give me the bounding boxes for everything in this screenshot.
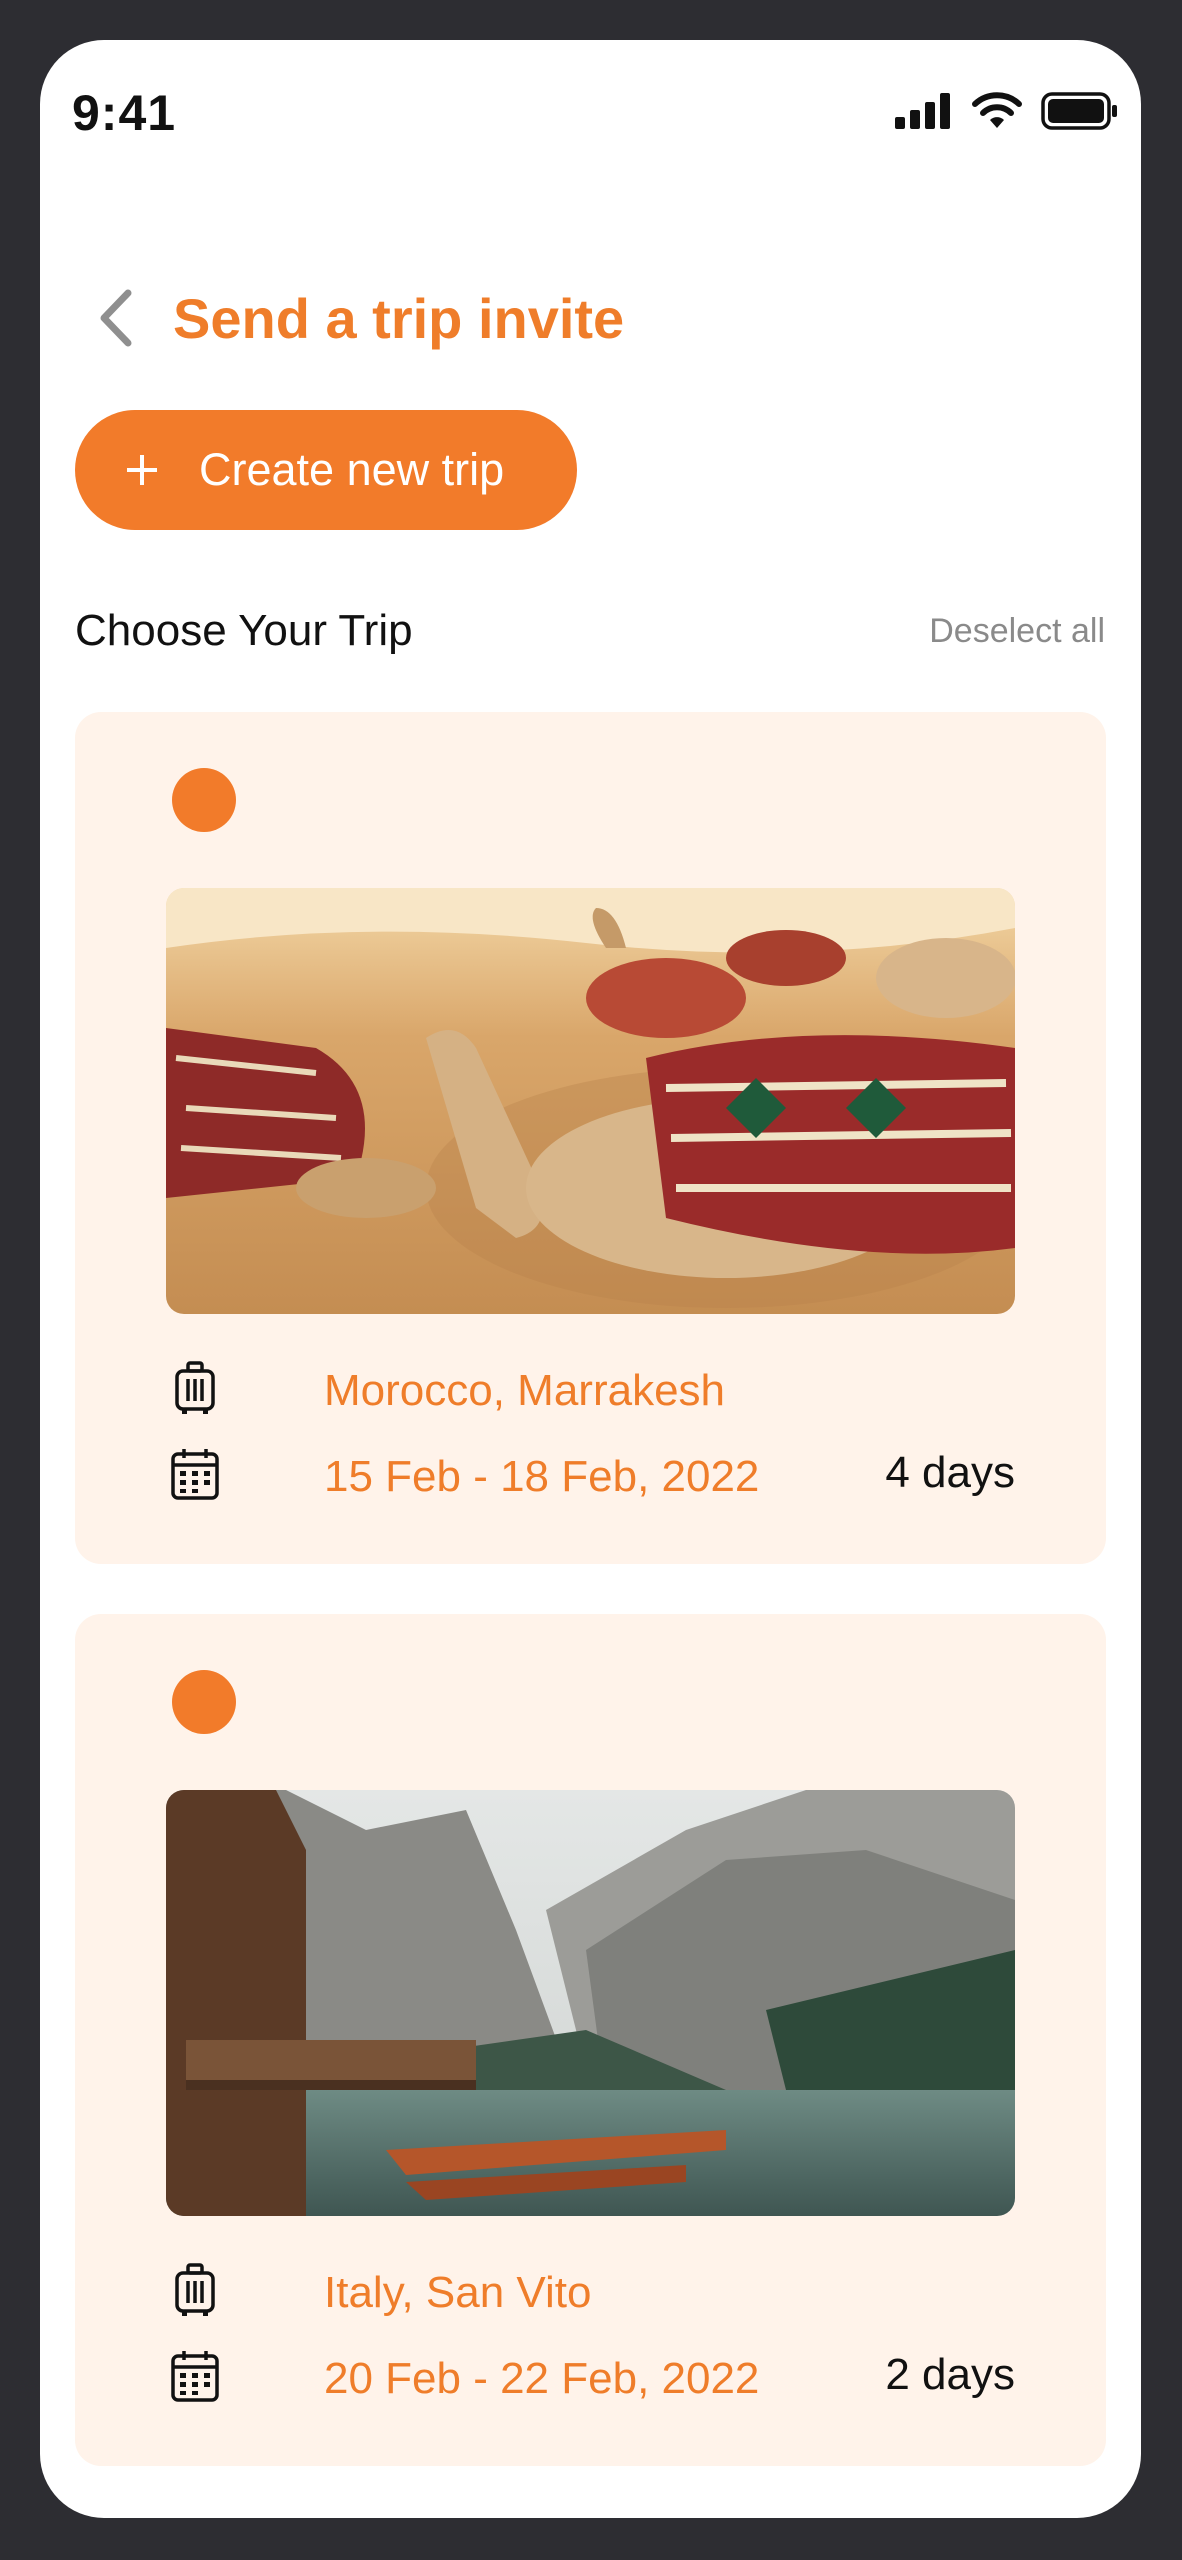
cellular-signal-icon [895, 93, 953, 129]
calendar-icon [170, 1446, 220, 1502]
trip-location: Italy, San Vito [324, 2268, 592, 2317]
trip-location: Morocco, Marrakesh [324, 1366, 726, 1415]
trip-duration: 2 days [885, 2350, 1015, 2399]
page-title: Send a trip invite [173, 287, 625, 350]
calendar-icon [170, 2348, 220, 2404]
suitcase-icon [170, 2262, 220, 2318]
device-frame: 9:41 Send a trip invite Create new trip … [0, 0, 1182, 2560]
trip-dates: 20 Feb - 22 Feb, 2022 [324, 2354, 760, 2403]
deselect-all-button[interactable]: Deselect all [929, 612, 1105, 651]
status-bar: 9:41 [40, 40, 1141, 190]
trip-dates: 15 Feb - 18 Feb, 2022 [324, 1452, 760, 1501]
status-icons [895, 92, 1119, 130]
section-title: Choose Your Trip [75, 606, 413, 655]
mountain-lake-photo [166, 1790, 1015, 2216]
chevron-left-icon [96, 289, 136, 352]
plus-icon [127, 455, 157, 485]
battery-icon [1041, 92, 1119, 130]
back-button[interactable] [78, 282, 154, 358]
create-new-trip-button[interactable]: Create new trip [75, 410, 577, 530]
wifi-icon [971, 92, 1023, 130]
trip-select-radio[interactable] [172, 768, 236, 832]
status-time: 9:41 [72, 85, 177, 141]
trip-duration: 4 days [885, 1448, 1015, 1497]
create-new-trip-label: Create new trip [199, 444, 505, 495]
trip-card[interactable]: Morocco, Marrakesh 15 Feb - 18 Feb, 2022… [75, 712, 1106, 1564]
header: Send a trip invite [40, 260, 1141, 380]
trip-select-radio[interactable] [172, 1670, 236, 1734]
suitcase-icon [170, 1360, 220, 1416]
phone-screen: 9:41 Send a trip invite Create new trip … [40, 40, 1141, 2518]
trip-card[interactable]: Italy, San Vito 20 Feb - 22 Feb, 2022 2 … [75, 1614, 1106, 2466]
desert-camels-photo [166, 888, 1015, 1314]
